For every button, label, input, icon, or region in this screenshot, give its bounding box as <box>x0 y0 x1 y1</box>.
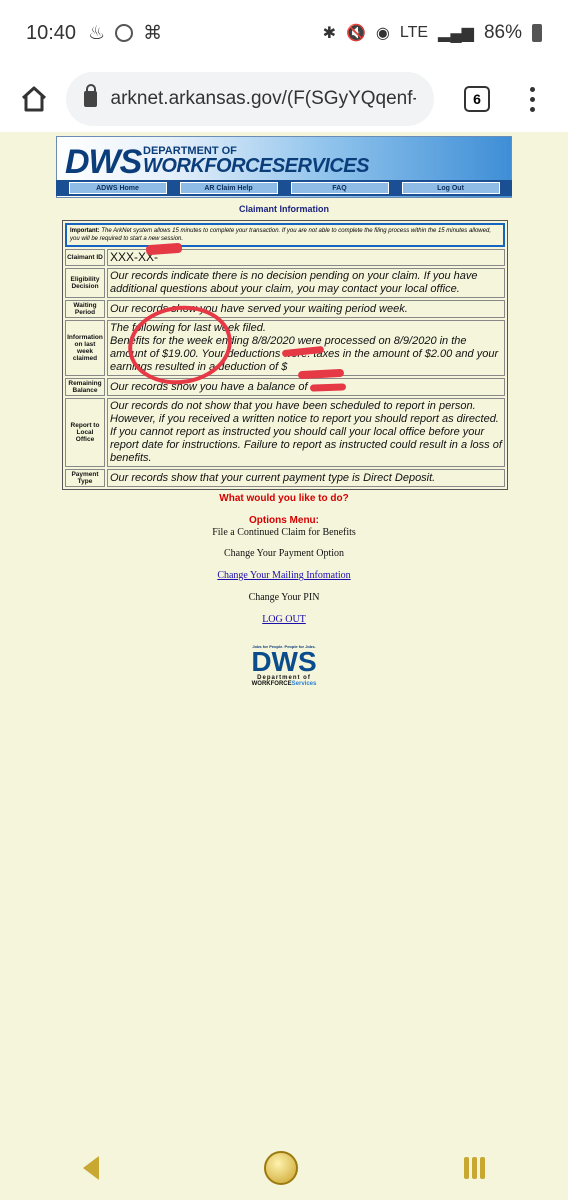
command-icon: ⌘ <box>143 22 163 44</box>
nav-faq[interactable]: FAQ <box>290 182 389 194</box>
logo-workforce: WORKFORCESERVICES <box>143 155 369 177</box>
row-label: Payment Type <box>65 469 105 487</box>
page-title: Claimant Information <box>238 204 329 214</box>
table-row: Payment Type Our records show that your … <box>65 469 505 487</box>
row-label: Waiting Period <box>65 300 105 318</box>
payment-type-value: Our records show that your current payme… <box>107 469 505 487</box>
redaction-balance-2 <box>309 383 347 392</box>
row-label: Eligibility Decision <box>65 268 105 298</box>
table-row: Important: The ArkNet system allows 15 m… <box>65 223 505 247</box>
signal-icon: ▂▄▆ <box>438 25 474 42</box>
status-bar: 10:40 ♨ ⌘ ✱ 🔇 ◉ LTE ▂▄▆ 86% <box>0 0 568 66</box>
row-label: Remaining Balance <box>65 378 105 396</box>
table-row: Eligibility Decision Our records indicat… <box>65 268 505 298</box>
lock-icon <box>84 84 97 107</box>
nav-log-out[interactable]: Log Out <box>401 182 500 194</box>
nav-adws-home[interactable]: ADWS Home <box>68 182 167 194</box>
clock: 10:40 <box>26 21 77 44</box>
battery-icon <box>532 24 542 42</box>
row-label: Information on last week claimed <box>65 320 105 376</box>
browser-toolbar: arknet.arkansas.gov/(F(SGyYQqenf-IEM 6 <box>0 66 568 132</box>
option-change-mailing[interactable]: Change Your Mailing Infomation <box>0 570 568 581</box>
footer-dws-logo: Jobs for People. People for Jobs. DWS De… <box>251 644 317 687</box>
site-nav: ADWS Home AR Claim Help FAQ Log Out <box>56 180 512 196</box>
nav-ar-claim-help[interactable]: AR Claim Help <box>179 182 278 194</box>
table-row: Claimant ID XXX-XX- <box>65 249 505 266</box>
notification-icons: ♨ ⌘ <box>88 22 162 45</box>
report-office-value: Our records do not show that you have be… <box>107 398 505 467</box>
bluetooth-icon: ✱ <box>322 25 336 42</box>
notification-icon: ♨ <box>88 22 106 44</box>
overflow-menu-icon[interactable] <box>530 86 535 112</box>
home-button-icon[interactable] <box>264 1151 299 1185</box>
battery-percent: 86% <box>483 22 522 43</box>
table-row: Report to Local Office Our records do no… <box>65 398 505 467</box>
eligibility-value: Our records indicate there is no decisio… <box>107 268 505 298</box>
web-page: DWS DEPARTMENT OF WORKFORCESERVICES ADWS… <box>0 132 568 1136</box>
app-notification-icon <box>115 24 134 42</box>
mute-icon: 🔇 <box>345 25 366 42</box>
recent-apps-icon[interactable] <box>464 1157 486 1179</box>
address-bar[interactable]: arknet.arkansas.gov/(F(SGyYQqenf-IEM <box>66 72 434 126</box>
row-label: Claimant ID <box>65 249 105 266</box>
option-file-continued-claim[interactable]: File a Continued Claim for Benefits <box>0 527 568 538</box>
important-notice: Important: The ArkNet system allows 15 m… <box>65 223 505 247</box>
home-icon[interactable] <box>16 81 52 117</box>
option-change-payment[interactable]: Change Your Payment Option <box>0 548 568 559</box>
table-row: Waiting Period Our records show you have… <box>65 300 505 318</box>
system-icons: ✱ 🔇 ◉ LTE ▂▄▆ 86% <box>323 22 542 44</box>
network-type: LTE <box>399 24 429 41</box>
logo-dws: DWS <box>65 143 142 181</box>
url-text: arknet.arkansas.gov/(F(SGyYQqenf-IEM <box>110 88 417 109</box>
row-label: Report to Local Office <box>65 398 105 467</box>
table-row: Remaining Balance Our records show you h… <box>65 378 505 396</box>
option-change-pin[interactable]: Change Your PIN <box>0 592 568 603</box>
back-icon[interactable] <box>82 1156 99 1180</box>
location-icon: ◉ <box>375 25 390 42</box>
options-menu-title: Options Menu: <box>249 515 319 526</box>
tab-switcher-button[interactable]: 6 <box>464 86 490 112</box>
option-log-out[interactable]: LOG OUT <box>0 614 568 625</box>
prompt-question: What would you like to do? <box>219 493 349 504</box>
system-nav-bar <box>0 1136 568 1200</box>
